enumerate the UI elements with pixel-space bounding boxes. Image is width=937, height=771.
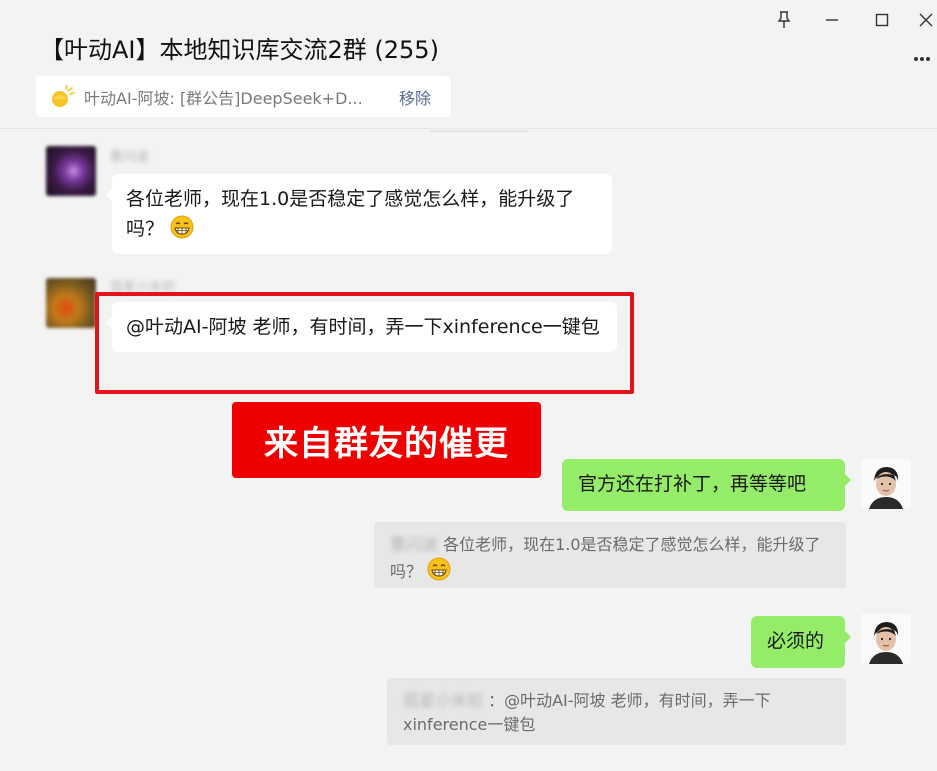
avatar[interactable]: [46, 146, 96, 196]
message-bubble[interactable]: 各位老师，现在1.0是否稳定了感觉怎么样，能升级了吗？: [106, 174, 612, 254]
quoted-text: 各位老师，现在1.0是否稳定了感觉怎么样，能升级了吗？: [390, 535, 821, 581]
my-avatar[interactable]: [861, 459, 911, 509]
avatar[interactable]: [46, 278, 96, 328]
message-list[interactable]: 曹闪波 各位老师，现在1.0是否稳定了感觉怎么样，能升级了吗？ 孤星小米初 @叶…: [0, 130, 937, 771]
quoted-message[interactable]: 孤星小米初 ：@叶动AI-阿坡 老师，有时间，弄一下xinference一键包: [387, 678, 846, 745]
announcement-icon: [52, 84, 75, 107]
chat-header: 【叶动AI】本地知识库交流2群 (255) 叶动AI-阿坡: [群公告]Deep…: [0, 0, 937, 129]
remove-notice-link[interactable]: 移除: [399, 85, 431, 109]
my-avatar[interactable]: [861, 614, 911, 664]
minimize-icon[interactable]: [818, 8, 846, 32]
divider: [430, 130, 528, 132]
sender-name: 曹闪波: [110, 150, 150, 165]
grin-emoji-icon: [170, 215, 194, 239]
message-text: 官方还在打补丁，再等等吧: [578, 473, 807, 495]
grin-emoji-icon: [427, 557, 451, 581]
message-bubble-mine[interactable]: 必须的: [751, 616, 851, 668]
message-text: 必须的: [767, 630, 825, 652]
more-icon[interactable]: [913, 46, 931, 67]
maximize-icon[interactable]: [868, 8, 896, 32]
notice-text: 叶动AI-阿坡: [群公告]DeepSeek+D...: [84, 88, 363, 108]
close-icon[interactable]: [912, 8, 937, 32]
quoted-message[interactable]: 曹闪波 各位老师，现在1.0是否稳定了感觉怎么样，能升级了吗？: [374, 522, 846, 588]
chat-title: 【叶动AI】本地知识库交流2群 (255): [40, 36, 439, 64]
message-bubble-mine[interactable]: 官方还在打补丁，再等等吧: [562, 459, 851, 511]
quoted-sender: 孤星小米初: [403, 691, 484, 710]
annotation-banner: 来自群友的催更: [232, 402, 541, 478]
highlight-box: [95, 292, 634, 394]
person-avatar-icon: [861, 614, 911, 664]
pin-icon[interactable]: [770, 8, 798, 32]
quoted-sender: 曹闪波: [390, 535, 439, 554]
person-avatar-icon: [861, 459, 911, 509]
group-notice-bar[interactable]: 叶动AI-阿坡: [群公告]DeepSeek+D... 移除: [36, 76, 451, 117]
